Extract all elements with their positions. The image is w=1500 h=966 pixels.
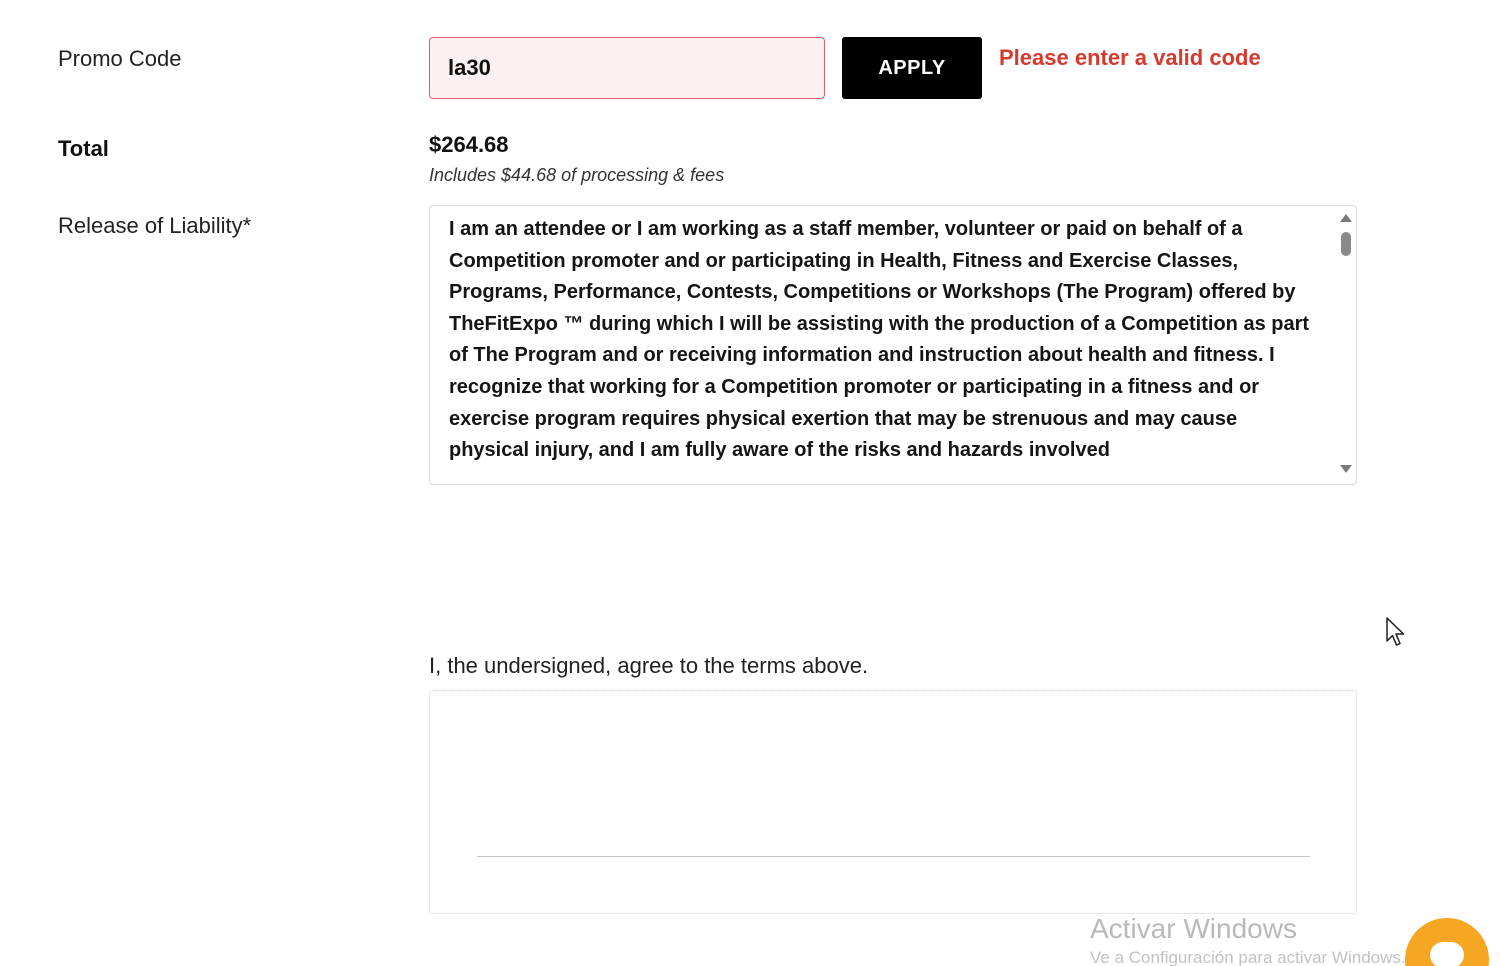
chat-bubble-icon	[1430, 942, 1464, 966]
total-fees-note: Includes $44.68 of processing & fees	[429, 165, 725, 185]
release-label: Release of Liability*	[58, 213, 252, 238]
release-text: I am an attendee or I am working as a st…	[449, 218, 1310, 462]
scroll-up-arrow-icon[interactable]	[1340, 214, 1352, 222]
apply-button[interactable]: APPLY	[842, 37, 982, 99]
promo-code-label: Promo Code	[58, 46, 182, 71]
mouse-pointer-icon	[1386, 617, 1405, 646]
signature-line	[477, 856, 1310, 857]
total-label: Total	[58, 136, 109, 161]
agree-terms-text: I, the undersigned, agree to the terms a…	[429, 653, 869, 678]
release-scrollbar[interactable]	[1332, 206, 1356, 484]
total-amount: $264.68	[429, 132, 509, 157]
release-of-liability-textbox[interactable]: I am an attendee or I am working as a st…	[429, 205, 1357, 485]
chat-button[interactable]	[1405, 918, 1489, 966]
scroll-down-arrow-icon[interactable]	[1340, 465, 1352, 473]
windows-activation-subtitle: Ve a Configuración para activar Windows.	[1090, 948, 1406, 966]
promo-code-input[interactable]	[429, 37, 825, 99]
promo-error-message: Please enter a valid code	[999, 45, 1261, 70]
signature-pad[interactable]	[429, 690, 1357, 914]
scrollbar-thumb[interactable]	[1341, 232, 1351, 256]
windows-activation-title: Activar Windows	[1090, 913, 1297, 944]
